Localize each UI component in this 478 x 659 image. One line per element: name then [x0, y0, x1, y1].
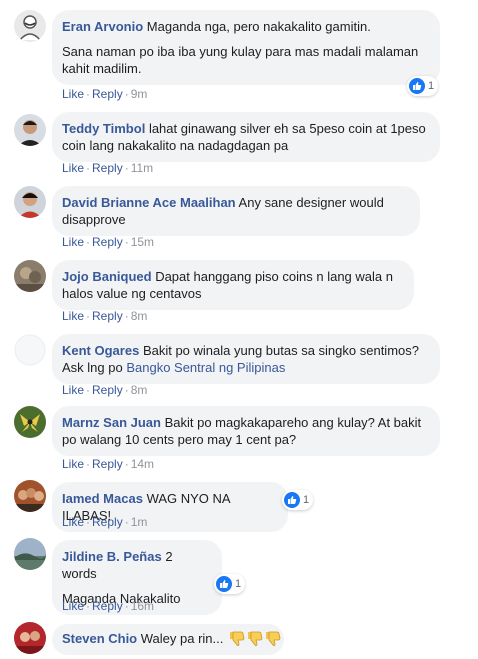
like-button[interactable]: Like	[62, 235, 84, 249]
comment-author[interactable]: David Brianne Ace Maalihan	[62, 195, 236, 210]
comment-actions: Like · Reply · 14m	[62, 457, 155, 471]
comment-author[interactable]: Kent Ogares	[62, 343, 139, 358]
like-reaction-icon	[284, 492, 300, 508]
avatar[interactable]	[14, 480, 46, 512]
like-button[interactable]: Like	[62, 383, 84, 397]
comment-text: Waley pa rin...	[140, 631, 224, 646]
comment-bubble: Eran Arvonio Maganda nga, pero nakakalit…	[52, 10, 440, 85]
comment-timestamp[interactable]: 15m	[131, 235, 154, 249]
avatar[interactable]	[14, 186, 46, 218]
like-reaction-icon	[409, 78, 425, 94]
like-button[interactable]: Like	[62, 599, 84, 613]
reply-button[interactable]: Reply	[92, 87, 123, 101]
comment-bubble: David Brianne Ace Maalihan Any sane desi…	[52, 186, 420, 236]
comment-text-paragraph: Sana naman po iba iba yung kulay para ma…	[62, 44, 419, 76]
comment-actions: Like · Reply · 11m	[62, 161, 154, 175]
comment-actions: Like · Reply · 9m	[62, 87, 148, 101]
like-button[interactable]: Like	[62, 87, 84, 101]
reaction-count[interactable]: 1	[407, 76, 439, 96]
comment-actions: Like · Reply · 16m	[62, 599, 155, 613]
comment-bubble: Jojo Baniqued Dapat hanggang piso coins …	[52, 260, 414, 310]
comment-timestamp[interactable]: 9m	[131, 87, 148, 101]
comment-text: Maganda nga, pero nakakalito gamitin.	[146, 19, 371, 34]
reply-button[interactable]: Reply	[92, 235, 123, 249]
reaction-count[interactable]: 1	[282, 490, 314, 510]
comment-timestamp[interactable]: 1m	[131, 515, 148, 529]
like-button[interactable]: Like	[62, 161, 84, 175]
avatar[interactable]	[14, 334, 46, 366]
comment-bubble: Teddy Timbol lahat ginawang silver eh sa…	[52, 112, 440, 162]
reply-button[interactable]: Reply	[92, 161, 123, 175]
like-count: 1	[428, 80, 435, 92]
like-count: 1	[303, 494, 310, 506]
comment-timestamp[interactable]: 16m	[131, 599, 154, 613]
like-reaction-icon	[216, 576, 232, 592]
avatar[interactable]	[14, 406, 46, 438]
comment-bubble: Kent Ogares Bakit po winala yung butas s…	[52, 334, 440, 384]
avatar[interactable]	[14, 538, 46, 570]
reply-button[interactable]: Reply	[92, 383, 123, 397]
comment-author[interactable]: Marnz San Juan	[62, 415, 161, 430]
comment-actions: Like · Reply · 15m	[62, 235, 155, 249]
comment-bubble: Marnz San Juan Bakit po magkakapareho an…	[52, 406, 440, 456]
comment-author[interactable]: Teddy Timbol	[62, 121, 145, 136]
reply-button[interactable]: Reply	[92, 457, 123, 471]
like-button[interactable]: Like	[62, 457, 84, 471]
reaction-count[interactable]: 1	[214, 574, 246, 594]
comment-actions: Like · Reply · 8m	[62, 309, 148, 323]
reply-button[interactable]: Reply	[92, 599, 123, 613]
comment-actions: Like · Reply · 8m	[62, 383, 148, 397]
thumbs-down-emoji-icon	[230, 631, 245, 646]
comment-author[interactable]: Steven Chio	[62, 631, 137, 646]
comment-author[interactable]: Jildine B. Peñas	[62, 549, 162, 564]
comment-author[interactable]: Eran Arvonio	[62, 19, 143, 34]
reply-button[interactable]: Reply	[92, 515, 123, 529]
avatar[interactable]	[14, 622, 46, 654]
like-button[interactable]: Like	[62, 515, 84, 529]
avatar[interactable]	[14, 114, 46, 146]
reply-button[interactable]: Reply	[92, 309, 123, 323]
avatar[interactable]	[14, 10, 46, 42]
like-count: 1	[235, 578, 242, 590]
thumbs-down-emoji-icon	[248, 631, 263, 646]
comment-author[interactable]: Iamed Macas	[62, 491, 143, 506]
thumbs-down-emoji-icon	[266, 631, 281, 646]
comment-timestamp[interactable]: 8m	[131, 309, 148, 323]
comment-author[interactable]: Jojo Baniqued	[62, 269, 152, 284]
avatar[interactable]	[14, 260, 46, 292]
comment-timestamp[interactable]: 11m	[131, 161, 153, 175]
comment-timestamp[interactable]: 14m	[131, 457, 154, 471]
comment-timestamp[interactable]: 8m	[131, 383, 148, 397]
comment-actions: Like · Reply · 1m	[62, 515, 148, 529]
page-mention-link[interactable]: Bangko Sentral ng Pilipinas	[126, 360, 285, 375]
like-button[interactable]: Like	[62, 309, 84, 323]
